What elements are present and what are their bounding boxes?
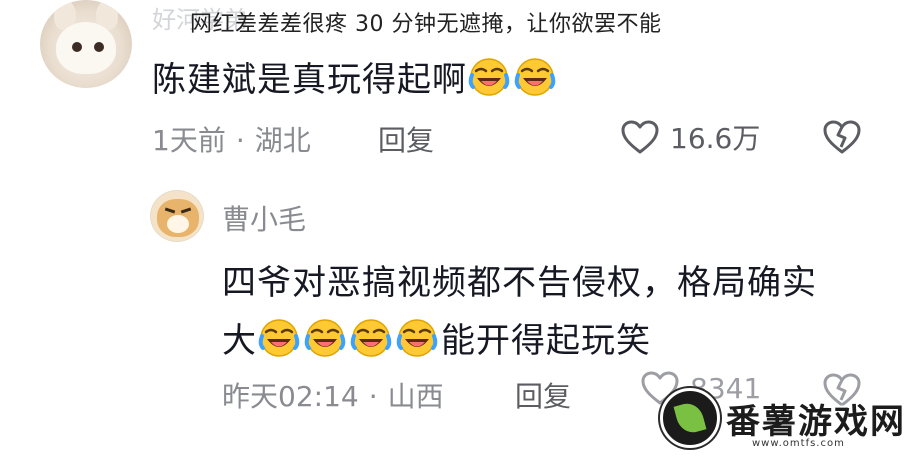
watermark-url: www.omtfs.com: [752, 438, 845, 449]
reply-comment-username[interactable]: 曹小毛: [222, 198, 306, 238]
site-watermark: 番薯游戏网 www.omtfs.com: [660, 388, 910, 457]
reply-line2-suffix: 能开得起玩笑: [441, 321, 651, 361]
main-comment-meta: 1天前 · 湖北: [152, 119, 311, 159]
heart-icon: [621, 120, 659, 154]
laughing-emoji-icon: [467, 57, 511, 97]
avatar-eye: [72, 42, 82, 52]
reply-comment-meta: 昨天02:14 · 山西: [222, 375, 444, 415]
overlay-caption: 网红差差差很疼 30 分钟无遮掩，让你欲罢不能: [190, 12, 662, 37]
meta-separator: ·: [235, 124, 245, 157]
leaf-icon: [673, 400, 707, 436]
laughing-emoji-icon: [349, 318, 393, 358]
reply-emoji-group: [257, 318, 441, 361]
reply-line2-prefix: 大: [222, 321, 257, 361]
laughing-emoji-icon: [257, 318, 301, 358]
reply-comment-time: 昨天02:14: [222, 380, 359, 413]
main-comment-location: 湖北: [254, 124, 311, 157]
dislike-heart-icon: [823, 120, 861, 154]
reply-comment-reply-button[interactable]: 回复: [515, 375, 571, 415]
main-comment-like-count: 16.6万: [670, 122, 761, 155]
reply-comment-text-line1: 四爷对恶搞视频都不告侵权，格局确实: [222, 263, 817, 303]
laughing-emoji-icon: [303, 318, 347, 358]
avatar-eye: [94, 42, 104, 52]
laughing-emoji-icon: [395, 318, 439, 358]
watermark-logo-icon: [660, 388, 720, 448]
main-comment-dislike-button[interactable]: [822, 119, 862, 159]
main-comment-body: 陈建斌是真玩得起啊: [152, 60, 467, 100]
main-comment-time: 1天前: [152, 124, 226, 157]
watermark-title: 番薯游戏网: [726, 402, 906, 442]
main-comment-reply-button[interactable]: 回复: [378, 119, 434, 159]
reply-comment-text-line2: 大 能开得起玩笑: [222, 313, 651, 362]
main-comment-like-button[interactable]: 16.6万: [620, 117, 760, 157]
main-comment-text: 陈建斌是真玩得起啊: [152, 52, 559, 101]
avatar-muzzle: [167, 215, 189, 233]
main-comment-avatar[interactable]: [40, 0, 132, 88]
laughing-emoji-icon: [513, 57, 557, 97]
avatar-face: [56, 22, 116, 74]
reply-comment-location: 山西: [387, 380, 444, 413]
meta-separator: ·: [368, 380, 378, 413]
reply-comment-avatar[interactable]: [150, 190, 204, 242]
main-emoji-group: [467, 57, 559, 100]
